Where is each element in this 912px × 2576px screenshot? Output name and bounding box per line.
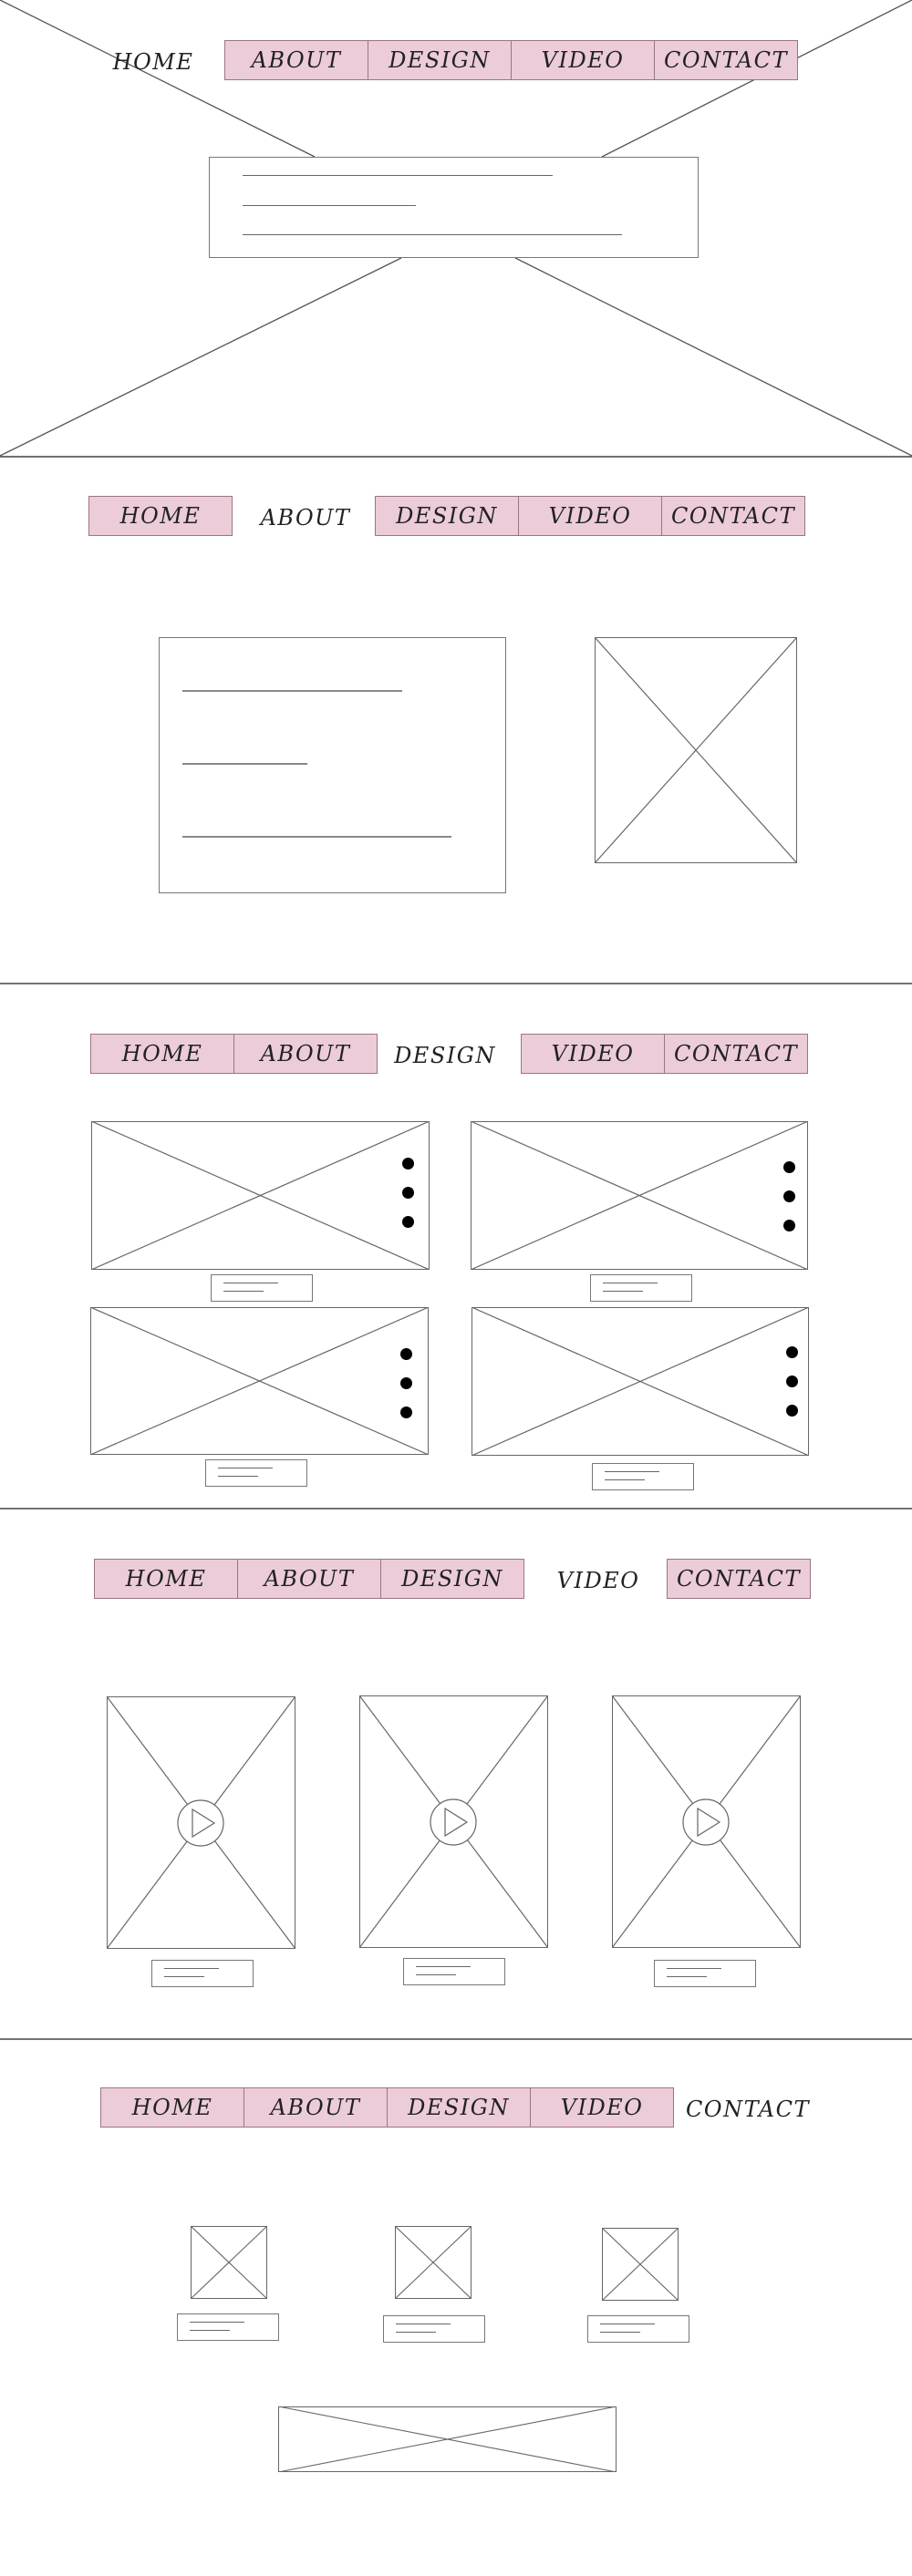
- video-thumbnail-placeholder[interactable]: [612, 1695, 801, 1948]
- text-line: [218, 1476, 258, 1477]
- contact-map-placeholder: [278, 2406, 617, 2472]
- hero-text-box: [209, 157, 699, 258]
- text-line: [182, 836, 451, 838]
- text-line: [603, 1291, 643, 1292]
- nav-video[interactable]: VIDEO: [518, 496, 662, 536]
- design-image-placeholder: [90, 1307, 429, 1455]
- nav-home[interactable]: HOME: [90, 1034, 234, 1074]
- nav-contact-active[interactable]: CONTACT: [686, 2089, 810, 2129]
- more-dots-icon[interactable]: [783, 1220, 795, 1231]
- text-line: [190, 2322, 244, 2323]
- text-line: [605, 1471, 659, 1472]
- design-image-placeholder: [91, 1121, 430, 1270]
- nav-about[interactable]: ABOUT: [244, 2087, 388, 2128]
- video-thumbnail-placeholder[interactable]: [107, 1696, 295, 1949]
- caption-box: [654, 1960, 756, 1987]
- more-dots-icon[interactable]: [783, 1161, 795, 1173]
- about-text-box: [159, 637, 506, 893]
- nav-contact[interactable]: CONTACT: [664, 1034, 808, 1074]
- nav-design[interactable]: DESIGN: [368, 40, 512, 80]
- caption-box: [587, 2315, 689, 2343]
- caption-box: [211, 1274, 313, 1302]
- contact-image-placeholder: [602, 2228, 679, 2301]
- text-line: [243, 205, 416, 206]
- nav-design[interactable]: DESIGN: [375, 496, 519, 536]
- caption-box: [205, 1459, 307, 1487]
- text-line: [667, 1976, 707, 1977]
- nav-design[interactable]: DESIGN: [387, 2087, 531, 2128]
- caption-box: [592, 1463, 694, 1490]
- nav-video[interactable]: VIDEO: [530, 2087, 674, 2128]
- nav-contact[interactable]: CONTACT: [654, 40, 798, 80]
- text-line: [600, 2332, 640, 2333]
- more-dots-icon[interactable]: [400, 1377, 412, 1389]
- design-image-placeholder: [472, 1307, 809, 1456]
- nav-home[interactable]: HOME: [88, 496, 233, 536]
- text-line: [223, 1291, 264, 1292]
- more-dots-icon[interactable]: [402, 1187, 414, 1199]
- more-dots-icon[interactable]: [402, 1216, 414, 1228]
- text-line: [416, 1966, 471, 1967]
- nav-contact[interactable]: CONTACT: [667, 1559, 811, 1599]
- text-line: [190, 2330, 230, 2331]
- more-dots-icon[interactable]: [400, 1348, 412, 1360]
- text-line: [605, 1479, 645, 1480]
- more-dots-icon[interactable]: [402, 1158, 414, 1170]
- nav-video-active[interactable]: VIDEO: [545, 1561, 651, 1601]
- nav-about-active[interactable]: ABOUT: [251, 498, 360, 538]
- caption-box: [383, 2315, 485, 2343]
- caption-box: [177, 2313, 279, 2341]
- text-line: [416, 1974, 456, 1975]
- text-line: [396, 2332, 436, 2333]
- nav-design[interactable]: DESIGN: [380, 1559, 524, 1599]
- more-dots-icon[interactable]: [786, 1376, 798, 1387]
- text-line: [182, 690, 402, 692]
- about-image-placeholder: [595, 637, 797, 863]
- wireframe-design: HOME ABOUT DESIGN VIDEO CONTACT: [0, 984, 912, 1510]
- caption-box: [403, 1958, 505, 1985]
- contact-image-placeholder: [191, 2226, 267, 2299]
- text-line: [243, 234, 622, 235]
- nav-video[interactable]: VIDEO: [521, 1034, 665, 1074]
- caption-box: [590, 1274, 692, 1302]
- text-line: [164, 1976, 204, 1977]
- more-dots-icon[interactable]: [400, 1406, 412, 1418]
- more-dots-icon[interactable]: [786, 1405, 798, 1417]
- nav-video[interactable]: VIDEO: [511, 40, 655, 80]
- design-image-placeholder: [471, 1121, 808, 1270]
- text-line: [243, 175, 553, 176]
- nav-home[interactable]: HOME: [100, 2087, 244, 2128]
- more-dots-icon[interactable]: [786, 1346, 798, 1358]
- nav-about[interactable]: ABOUT: [233, 1034, 378, 1074]
- text-line: [182, 763, 307, 765]
- text-line: [667, 1968, 721, 1969]
- contact-image-placeholder: [395, 2226, 472, 2299]
- wireframe-contact: HOME ABOUT DESIGN VIDEO CONTACT: [0, 2040, 912, 2576]
- wireframe-video: HOME ABOUT DESIGN VIDEO CONTACT: [0, 1510, 912, 2040]
- caption-box: [151, 1960, 254, 1987]
- nav-contact[interactable]: CONTACT: [661, 496, 805, 536]
- wireframe-home: HOME ABOUT DESIGN VIDEO CONTACT: [0, 0, 912, 458]
- nav-home[interactable]: HOME: [94, 1559, 238, 1599]
- video-thumbnail-placeholder[interactable]: [359, 1695, 548, 1948]
- text-line: [164, 1968, 219, 1969]
- nav-home-active[interactable]: HOME: [108, 42, 199, 82]
- more-dots-icon[interactable]: [783, 1190, 795, 1202]
- nav-about[interactable]: ABOUT: [224, 40, 368, 80]
- wireframe-about: HOME ABOUT DESIGN VIDEO CONTACT: [0, 458, 912, 984]
- nav-about[interactable]: ABOUT: [237, 1559, 381, 1599]
- nav-design-active[interactable]: DESIGN: [390, 1036, 500, 1076]
